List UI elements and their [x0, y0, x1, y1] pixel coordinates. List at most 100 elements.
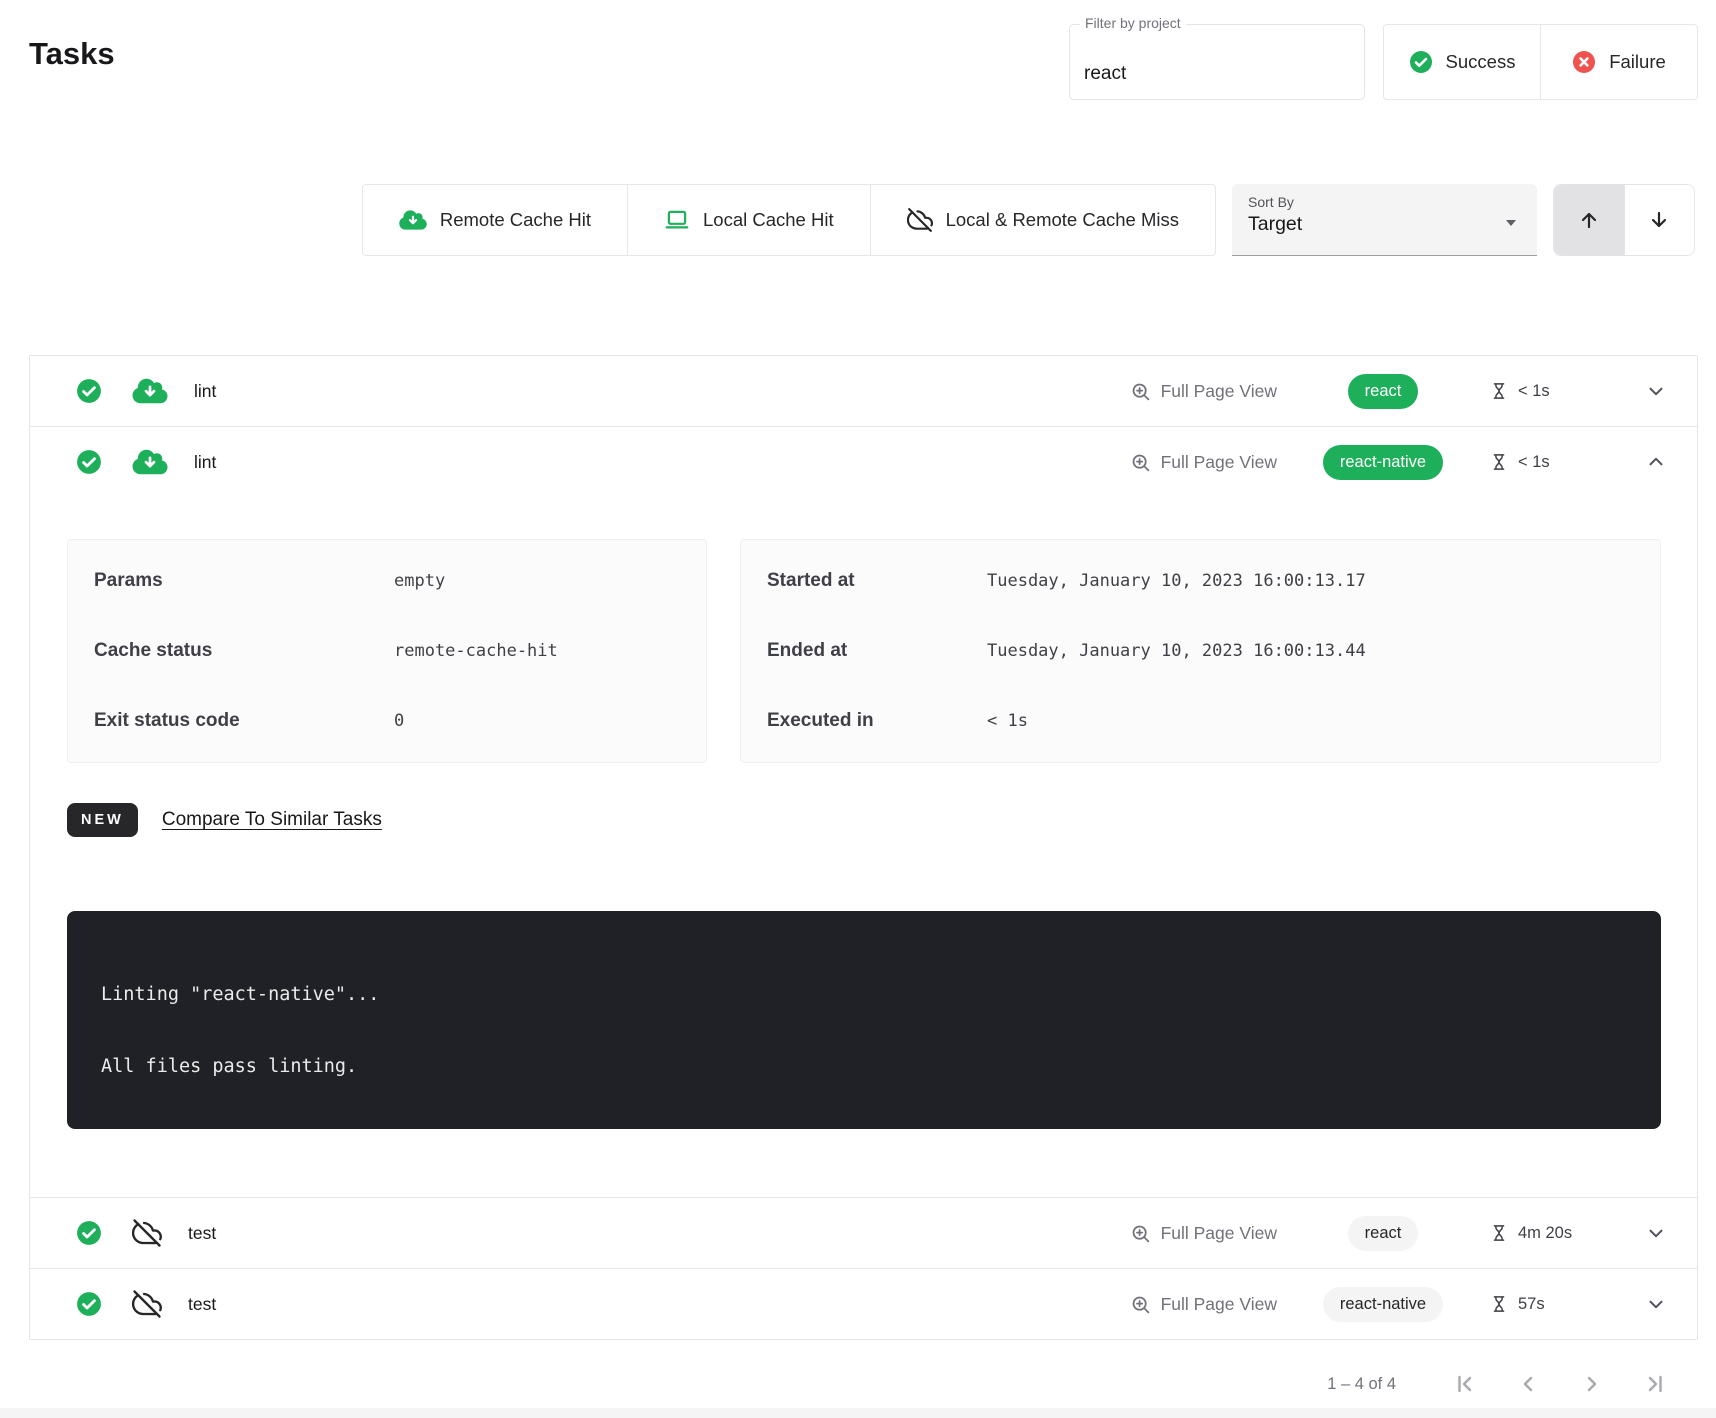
task-timing-panel: Started at Tuesday, January 10, 2023 16:…	[740, 539, 1661, 763]
hourglass-icon	[1489, 452, 1509, 472]
viewport-bottom-strip	[0, 1408, 1716, 1418]
cloud-download-icon	[399, 209, 427, 231]
full-page-view-link[interactable]: Full Page View	[1130, 1294, 1277, 1315]
params-label: Params	[94, 570, 394, 592]
first-page-button[interactable]	[1452, 1372, 1476, 1396]
check-circle-icon	[76, 1291, 102, 1317]
full-page-view-label: Full Page View	[1161, 1223, 1277, 1244]
cache-miss-filter-button[interactable]: Local & Remote Cache Miss	[870, 184, 1216, 256]
arrow-up-icon	[1577, 208, 1601, 232]
cloud-download-icon	[132, 377, 168, 405]
task-name: lint	[194, 381, 216, 402]
laptop-icon	[664, 207, 690, 233]
zoom-in-icon	[1130, 452, 1151, 473]
terminal-line	[101, 1013, 1627, 1049]
executed-in-label: Executed in	[767, 710, 987, 732]
terminal-output: Linting "react-native"... All files pass…	[67, 911, 1661, 1129]
started-at-value: Tuesday, January 10, 2023 16:00:13.17	[987, 571, 1366, 591]
full-page-view-label: Full Page View	[1161, 381, 1277, 402]
sort-by-value: Target	[1248, 213, 1521, 236]
new-badge: NEW	[67, 803, 138, 837]
project-filter-field[interactable]: Filter by project	[1069, 24, 1365, 100]
first-page-icon	[1452, 1372, 1476, 1396]
arrow-down-icon	[1647, 208, 1671, 232]
full-page-view-link[interactable]: Full Page View	[1130, 452, 1277, 473]
project-badge: react-native	[1323, 445, 1443, 480]
last-page-button[interactable]	[1644, 1372, 1668, 1396]
sort-descending-button[interactable]	[1624, 185, 1695, 255]
sort-ascending-button[interactable]	[1554, 185, 1624, 255]
next-page-button[interactable]	[1580, 1372, 1604, 1396]
status-filter-group: Success Failure	[1383, 24, 1698, 100]
task-row-header[interactable]: lint Full Page View react-native < 1s	[30, 427, 1697, 497]
expand-chevron-down-icon[interactable]	[1645, 380, 1667, 402]
cache-status-label: Cache status	[94, 640, 394, 662]
pagination: 1 – 4 of 4	[1327, 1368, 1668, 1400]
success-filter-button[interactable]: Success	[1383, 24, 1541, 100]
task-details: Params empty Cache status remote-cache-h…	[30, 497, 1697, 1197]
task-meta-panel: Params empty Cache status remote-cache-h…	[67, 539, 707, 763]
failure-filter-button[interactable]: Failure	[1540, 24, 1698, 100]
collapse-chevron-up-icon[interactable]	[1645, 451, 1667, 473]
task-name: lint	[194, 452, 216, 473]
x-circle-icon	[1572, 50, 1596, 74]
ended-at-value: Tuesday, January 10, 2023 16:00:13.44	[987, 641, 1366, 661]
compare-to-similar-tasks-link[interactable]: Compare To Similar Tasks	[162, 809, 382, 831]
expand-chevron-down-icon[interactable]	[1645, 1293, 1667, 1315]
full-page-view-label: Full Page View	[1161, 1294, 1277, 1315]
exit-status-code-label: Exit status code	[94, 710, 394, 732]
task-name: test	[188, 1294, 216, 1315]
sort-direction-group	[1553, 184, 1695, 256]
tasks-page: Tasks Filter by project Success Failure …	[0, 0, 1716, 1418]
zoom-in-icon	[1130, 1294, 1151, 1315]
project-filter-label: Filter by project	[1080, 15, 1186, 31]
previous-page-button[interactable]	[1516, 1372, 1540, 1396]
task-row: test Full Page View react-native 57s	[30, 1268, 1697, 1339]
expand-chevron-down-icon[interactable]	[1645, 1222, 1667, 1244]
cache-miss-label: Local & Remote Cache Miss	[946, 209, 1179, 231]
sort-by-label: Sort By	[1248, 194, 1521, 210]
project-filter-input[interactable]	[1084, 63, 1350, 85]
task-row: lint Full Page View react-native < 1s	[30, 426, 1697, 1197]
remote-cache-hit-filter-button[interactable]: Remote Cache Hit	[362, 184, 628, 256]
chevron-down-icon	[1499, 210, 1523, 234]
full-page-view-label: Full Page View	[1161, 452, 1277, 473]
task-row-header[interactable]: lint Full Page View react < 1s	[30, 356, 1697, 426]
last-page-icon	[1644, 1372, 1668, 1396]
task-row-header[interactable]: test Full Page View react-native 57s	[30, 1269, 1697, 1339]
remote-cache-hit-label: Remote Cache Hit	[440, 209, 591, 231]
local-cache-hit-filter-button[interactable]: Local Cache Hit	[627, 184, 871, 256]
hourglass-icon	[1489, 1294, 1509, 1314]
executed-in-value: < 1s	[987, 711, 1028, 731]
previous-page-icon	[1516, 1372, 1540, 1396]
check-circle-icon	[1409, 50, 1433, 74]
project-badge: react	[1348, 374, 1419, 409]
params-value: empty	[394, 571, 445, 591]
task-row: lint Full Page View react < 1s	[30, 356, 1697, 426]
full-page-view-link[interactable]: Full Page View	[1130, 1223, 1277, 1244]
cache-filter-group: Remote Cache Hit Local Cache Hit Local &…	[362, 184, 1216, 256]
task-duration: < 1s	[1518, 453, 1550, 472]
terminal-line: All files pass linting.	[101, 1049, 1627, 1085]
task-row-right: Full Page View react < 1s	[1130, 374, 1667, 409]
terminal-line: Linting "react-native"...	[101, 977, 1627, 1013]
check-circle-icon	[76, 449, 102, 475]
task-duration: 4m 20s	[1518, 1224, 1572, 1243]
check-circle-icon	[76, 378, 102, 404]
cloud-off-icon	[132, 1218, 162, 1248]
task-row: test Full Page View react 4m 20s	[30, 1197, 1697, 1268]
task-duration: < 1s	[1518, 382, 1550, 401]
project-badge: react-native	[1323, 1287, 1443, 1322]
full-page-view-link[interactable]: Full Page View	[1130, 381, 1277, 402]
check-circle-icon	[76, 1220, 102, 1246]
next-page-icon	[1580, 1372, 1604, 1396]
task-name: test	[188, 1223, 216, 1244]
failure-filter-label: Failure	[1609, 51, 1666, 73]
task-row-header[interactable]: test Full Page View react 4m 20s	[30, 1198, 1697, 1268]
sort-by-select[interactable]: Sort By Target	[1232, 184, 1537, 256]
success-filter-label: Success	[1446, 51, 1516, 73]
started-at-label: Started at	[767, 570, 987, 592]
project-badge: react	[1348, 1216, 1419, 1251]
page-range-label: 1 – 4 of 4	[1327, 1375, 1396, 1394]
exit-status-code-value: 0	[394, 711, 404, 731]
